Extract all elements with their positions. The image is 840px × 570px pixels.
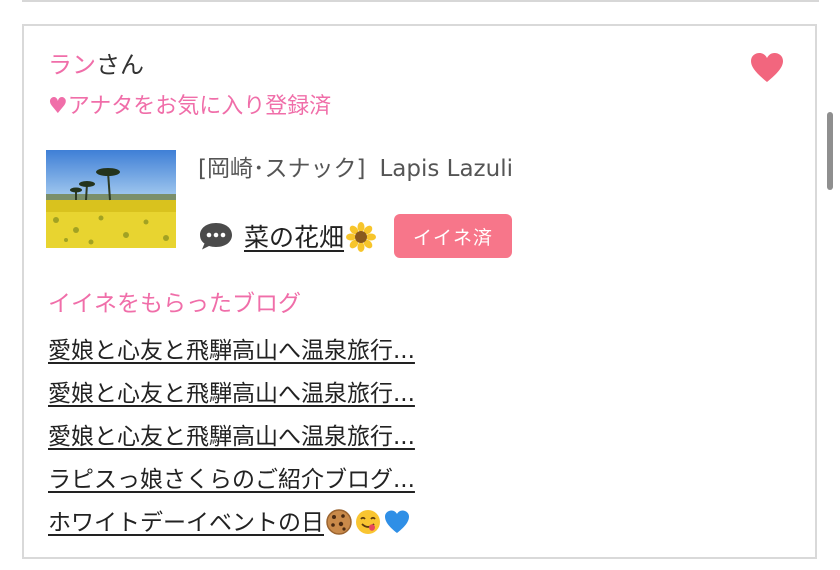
blue-heart-icon	[385, 510, 409, 533]
blog-link[interactable]: 愛娘と心友と飛騨高山へ温泉旅行...	[48, 338, 415, 364]
post-row: 菜の花畑 イイネ済	[198, 214, 513, 258]
blog-link[interactable]: 愛娘と心友と飛騨高山へ温泉旅行...	[48, 381, 415, 407]
heart-icon[interactable]	[750, 52, 784, 84]
shop-info: [岡崎･スナック] Lapis Lazuli	[198, 152, 513, 186]
blog-link[interactable]: 愛娘と心友と飛騨高山へ温泉旅行...	[48, 424, 415, 450]
post-thumbnail[interactable]	[46, 150, 176, 248]
yum-face-icon	[356, 510, 380, 534]
blog-link[interactable]: ラピスっ娘さくらのご紹介ブログ...	[48, 467, 415, 493]
post-title-text: 菜の花畑	[244, 223, 345, 252]
list-item: 愛娘と心友と飛騨高山へ温泉旅行...	[48, 373, 415, 416]
list-item: 愛娘と心友と飛騨高山へ温泉旅行...	[48, 330, 415, 373]
list-item: ホワイトデーイベントの日	[48, 502, 415, 545]
user-name-line: ランさん	[48, 48, 144, 82]
post-title-link[interactable]: 菜の花畑	[244, 218, 377, 254]
cookie-icon	[326, 509, 352, 535]
liked-blogs-list: 愛娘と心友と飛騨高山へ温泉旅行... 愛娘と心友と飛騨高山へ温泉旅行... 愛娘…	[48, 330, 415, 545]
liked-badge[interactable]: イイネ済	[394, 214, 513, 258]
list-item: 愛娘と心友と飛騨高山へ温泉旅行...	[48, 416, 415, 459]
favorite-status-text: ♥アナタをお気に入り登録済	[48, 94, 332, 119]
shop-name[interactable]: Lapis Lazuli	[379, 156, 513, 182]
favorite-user-card: ランさん ♥アナタをお気に入り登録済 [岡崎･スナック] Lapis Lazul…	[22, 24, 817, 559]
blog-link-whiteday[interactable]: ホワイトデーイベントの日	[48, 509, 411, 536]
speech-bubble-icon	[200, 223, 232, 250]
sunflower-icon	[346, 222, 377, 252]
top-divider	[22, 0, 819, 2]
user-name-suffix: さん	[96, 51, 144, 79]
user-name-link[interactable]: ラン	[48, 51, 96, 79]
liked-blogs-heading: イイネをもらったブログ	[48, 291, 301, 317]
scrollbar[interactable]	[827, 112, 833, 190]
list-item: ラピスっ娘さくらのご紹介ブログ...	[48, 459, 415, 502]
blog-link-text: ホワイトデーイベントの日	[48, 510, 324, 536]
shop-area-category: [岡崎･スナック]	[198, 156, 366, 182]
